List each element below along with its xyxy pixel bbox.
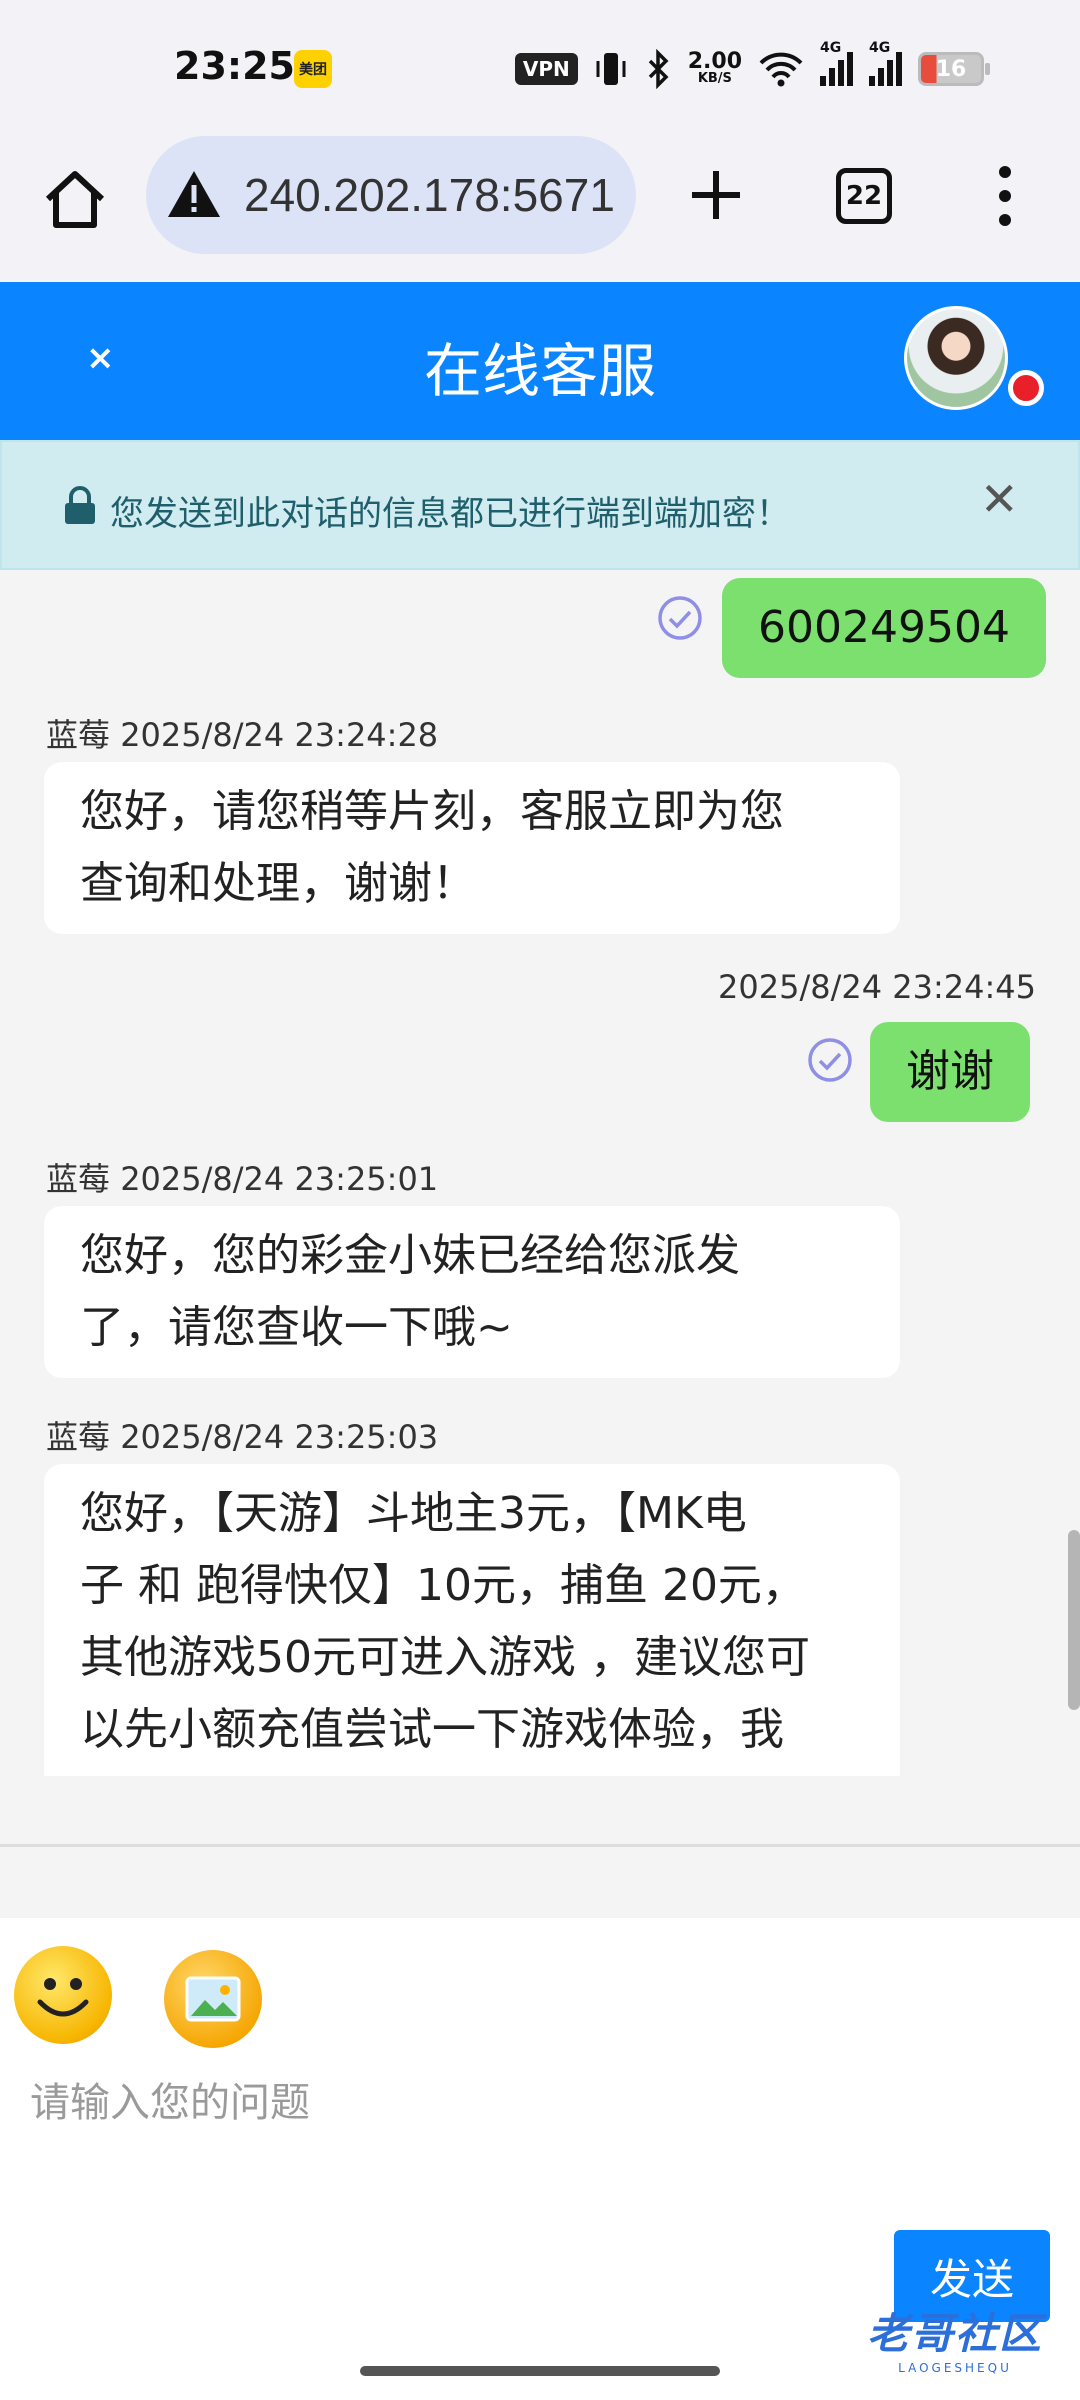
read-check-icon xyxy=(658,596,702,640)
agent-avatar xyxy=(904,306,1008,410)
home-icon[interactable] xyxy=(40,165,110,235)
status-dot-icon xyxy=(1008,370,1044,406)
message-input[interactable] xyxy=(30,2068,1030,2138)
user-message[interactable]: 谢谢 xyxy=(870,1022,1030,1122)
image-upload-icon[interactable] xyxy=(164,1950,262,2048)
more-menu-icon[interactable] xyxy=(990,166,1020,226)
message-time: 2025/8/24 23:24:45 xyxy=(718,968,1036,1006)
lock-icon xyxy=(65,486,95,524)
encryption-banner: 您发送到此对话的信息都已进行端到端加密！ ✕ xyxy=(0,440,1080,570)
user-message[interactable]: 600249504 xyxy=(722,578,1046,678)
wifi-icon xyxy=(759,52,803,87)
emoji-icon[interactable] xyxy=(14,1946,112,2044)
vpn-icon: VPN xyxy=(514,53,578,85)
battery-icon: 16 xyxy=(918,52,990,86)
read-check-icon xyxy=(808,1038,852,1082)
agent-message[interactable]: 您好，请您稍等片刻，客服立即为您 查询和处理，谢谢！ xyxy=(44,762,900,934)
divider xyxy=(0,1844,1080,1847)
vibrate-icon xyxy=(596,53,626,85)
encryption-notice: 您发送到此对话的信息都已进行端到端加密！ xyxy=(110,494,790,534)
new-tab-plus-icon[interactable] xyxy=(686,165,746,225)
not-secure-warning-icon[interactable] xyxy=(166,167,222,223)
address-bar[interactable]: 240.202.178:5671 xyxy=(146,136,636,254)
url-text: 240.202.178:5671 xyxy=(244,169,614,221)
message-meta: 蓝莓 2025/8/24 23:24:28 xyxy=(46,716,439,754)
status-icons: VPN 2.00 KB/S 4G 4G 16 xyxy=(514,40,990,92)
meituan-app-icon: 美团 xyxy=(294,50,332,88)
net-speed: 2.00 KB/S xyxy=(687,49,742,86)
browser-toolbar: 240.202.178:5671 22 xyxy=(0,130,1080,280)
status-time: 23:25 xyxy=(174,44,295,88)
agent-message[interactable]: 您好，您的彩金小妹已经给您派发 了，请您查收一下哦~ xyxy=(44,1206,900,1378)
bluetooth-icon xyxy=(648,49,669,89)
agent-message[interactable]: 您好，【天游】斗地主3元，【MK电 子 和 跑得快仅】10元，捕鱼 20元， 其… xyxy=(44,1464,900,1776)
signal-2: 4G xyxy=(869,40,902,86)
home-indicator[interactable] xyxy=(360,2366,720,2376)
chat-header: × 在线客服 xyxy=(0,282,1080,440)
signal-bars-icon xyxy=(869,52,902,86)
message-meta: 蓝莓 2025/8/24 23:25:03 xyxy=(46,1418,439,1456)
close-banner-button[interactable]: ✕ xyxy=(980,472,1019,526)
message-meta: 蓝莓 2025/8/24 23:25:01 xyxy=(46,1160,439,1198)
scrollbar[interactable] xyxy=(1068,1530,1080,1710)
tab-switcher-button[interactable]: 22 xyxy=(836,168,892,224)
signal-1: 4G xyxy=(820,40,853,86)
watermark-logo: 老哥社区 LAOGESHEQU xyxy=(866,2308,1043,2375)
status-bar: 23:25 美团 VPN 2.00 KB/S 4G 4G 16 xyxy=(0,0,1080,130)
message-list[interactable]: 600249504 蓝莓 2025/8/24 23:24:28 您好，请您稍等片… xyxy=(0,570,1080,1776)
signal-bars-icon xyxy=(820,52,853,86)
